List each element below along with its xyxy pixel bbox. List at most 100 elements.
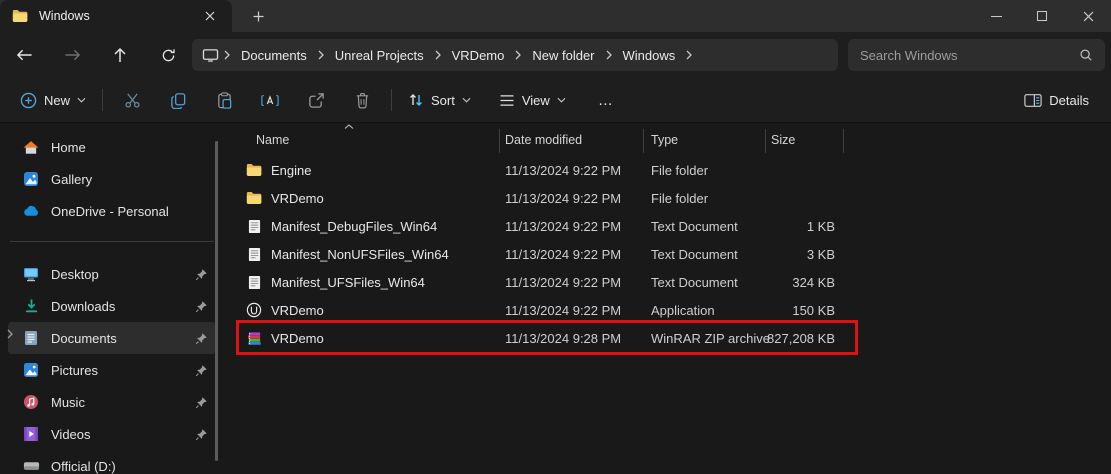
new-button-label: New bbox=[44, 93, 70, 108]
desktop-icon bbox=[22, 266, 40, 282]
sidebar-item-gallery[interactable]: Gallery bbox=[8, 163, 216, 195]
tab-close-icon[interactable] bbox=[198, 4, 222, 28]
file-row-highlighted[interactable]: VRDemo 11/13/2024 9:28 PM WinRAR ZIP arc… bbox=[232, 324, 1111, 352]
file-row[interactable]: VRDemo 11/13/2024 9:22 PM File folder bbox=[232, 184, 1111, 212]
pictures-icon bbox=[22, 362, 40, 378]
file-name: VRDemo bbox=[271, 191, 324, 206]
chevron-right-icon[interactable] bbox=[681, 50, 697, 60]
chevron-down-icon bbox=[77, 97, 86, 103]
breadcrumb-windows[interactable]: Windows bbox=[617, 48, 682, 63]
new-button[interactable]: New bbox=[10, 84, 96, 116]
pin-icon bbox=[195, 364, 208, 377]
maximize-icon[interactable] bbox=[1019, 0, 1065, 32]
file-row[interactable]: Manifest_UFSFiles_Win64 11/13/2024 9:22 … bbox=[232, 268, 1111, 296]
file-row[interactable]: Engine 11/13/2024 9:22 PM File folder bbox=[232, 156, 1111, 184]
column-headers: Name Date modified Type Size bbox=[232, 123, 1111, 156]
text-document-icon bbox=[245, 247, 263, 262]
copy-icon[interactable] bbox=[155, 84, 201, 116]
paste-icon[interactable] bbox=[201, 84, 247, 116]
toolbar-divider bbox=[102, 89, 103, 111]
view-button-label: View bbox=[522, 93, 550, 108]
file-row[interactable]: VRDemo 11/13/2024 9:22 PM Application 15… bbox=[232, 296, 1111, 324]
file-row[interactable]: Manifest_DebugFiles_Win64 11/13/2024 9:2… bbox=[232, 212, 1111, 240]
file-size: 150 KB bbox=[765, 303, 843, 318]
file-size: 324 KB bbox=[765, 275, 843, 290]
pin-icon bbox=[195, 396, 208, 409]
column-header-name[interactable]: Name bbox=[232, 133, 499, 147]
column-header-size[interactable]: Size bbox=[765, 133, 843, 147]
file-type: Application bbox=[643, 303, 765, 318]
new-tab-button[interactable] bbox=[246, 4, 270, 28]
sidebar-item-music[interactable]: Music bbox=[8, 386, 216, 418]
breadcrumb-documents[interactable]: Documents bbox=[235, 48, 313, 63]
chevron-right-icon[interactable] bbox=[219, 50, 235, 60]
file-date: 11/13/2024 9:22 PM bbox=[499, 163, 643, 178]
close-icon[interactable] bbox=[1065, 0, 1111, 32]
file-size: 1 KB bbox=[765, 219, 843, 234]
sidebar-item-documents[interactable]: Documents bbox=[8, 322, 216, 354]
delete-icon[interactable] bbox=[339, 84, 385, 116]
sidebar-item-pictures[interactable]: Pictures bbox=[8, 354, 216, 386]
breadcrumb-unreal-projects[interactable]: Unreal Projects bbox=[329, 48, 430, 63]
column-separator[interactable] bbox=[843, 129, 844, 153]
search-icon[interactable] bbox=[1079, 48, 1093, 62]
share-icon[interactable] bbox=[293, 84, 339, 116]
sidebar-item-onedrive[interactable]: OneDrive - Personal bbox=[8, 195, 216, 227]
sidebar-item-label: Official (D:) bbox=[51, 459, 208, 474]
details-button[interactable]: Details bbox=[1014, 84, 1099, 116]
folder-icon bbox=[245, 163, 263, 177]
address-bar[interactable]: Documents Unreal Projects VRDemo New fol… bbox=[192, 39, 838, 71]
sidebar-item-label: Videos bbox=[51, 427, 195, 442]
column-separator[interactable] bbox=[765, 129, 766, 153]
breadcrumb-new-folder[interactable]: New folder bbox=[526, 48, 600, 63]
sidebar-item-label: Pictures bbox=[51, 363, 195, 378]
sidebar-scrollbar[interactable] bbox=[215, 141, 218, 461]
more-options-button[interactable]: … bbox=[586, 92, 626, 109]
sidebar-item-desktop[interactable]: Desktop bbox=[8, 258, 216, 290]
forward-icon[interactable] bbox=[48, 48, 96, 62]
file-date: 11/13/2024 9:22 PM bbox=[499, 191, 643, 206]
column-header-date-modified[interactable]: Date modified bbox=[499, 133, 643, 147]
window-controls bbox=[973, 0, 1111, 32]
explorer-tab[interactable]: Windows bbox=[0, 0, 232, 32]
file-name: Manifest_NonUFSFiles_Win64 bbox=[271, 247, 449, 262]
file-name: Manifest_UFSFiles_Win64 bbox=[271, 275, 425, 290]
file-date: 11/13/2024 9:22 PM bbox=[499, 247, 643, 262]
search-input[interactable] bbox=[860, 48, 1079, 63]
minimize-icon[interactable] bbox=[973, 0, 1019, 32]
sidebar-item-label: Downloads bbox=[51, 299, 195, 314]
up-icon[interactable] bbox=[96, 47, 144, 63]
onedrive-cloud-icon bbox=[22, 205, 40, 217]
column-separator[interactable] bbox=[499, 129, 500, 153]
file-size: 827,208 KB bbox=[765, 331, 843, 346]
column-separator[interactable] bbox=[643, 129, 644, 153]
chevron-right-icon[interactable] bbox=[313, 50, 329, 60]
sidebar-item-downloads[interactable]: Downloads bbox=[8, 290, 216, 322]
breadcrumb-vrdemo[interactable]: VRDemo bbox=[446, 48, 511, 63]
chevron-right-icon[interactable] bbox=[601, 50, 617, 60]
title-bar: Windows bbox=[0, 0, 1111, 32]
chevron-right-icon[interactable] bbox=[510, 50, 526, 60]
sidebar-item-official-drive[interactable]: Official (D:) bbox=[8, 450, 216, 474]
sidebar-item-videos[interactable]: Videos bbox=[8, 418, 216, 450]
sidebar-separator bbox=[10, 241, 214, 242]
chevron-right-icon[interactable] bbox=[430, 50, 446, 60]
sidebar-item-label: OneDrive - Personal bbox=[51, 204, 208, 219]
cut-icon[interactable] bbox=[109, 84, 155, 116]
gallery-icon bbox=[22, 171, 40, 187]
sidebar-item-label: Documents bbox=[51, 331, 195, 346]
sort-button[interactable]: Sort bbox=[398, 84, 481, 116]
sidebar-item-home[interactable]: Home bbox=[8, 131, 216, 163]
rename-icon[interactable] bbox=[247, 84, 293, 116]
music-icon bbox=[22, 394, 40, 410]
refresh-icon[interactable] bbox=[144, 48, 192, 63]
view-button[interactable]: View bbox=[489, 84, 576, 116]
back-icon[interactable] bbox=[0, 48, 48, 62]
text-document-icon bbox=[245, 275, 263, 290]
file-type: File folder bbox=[643, 191, 765, 206]
file-row[interactable]: Manifest_NonUFSFiles_Win64 11/13/2024 9:… bbox=[232, 240, 1111, 268]
expand-chevron-icon[interactable] bbox=[3, 326, 17, 342]
column-header-type[interactable]: Type bbox=[643, 133, 765, 147]
file-type: Text Document bbox=[643, 219, 765, 234]
toolbar-divider bbox=[391, 89, 392, 111]
